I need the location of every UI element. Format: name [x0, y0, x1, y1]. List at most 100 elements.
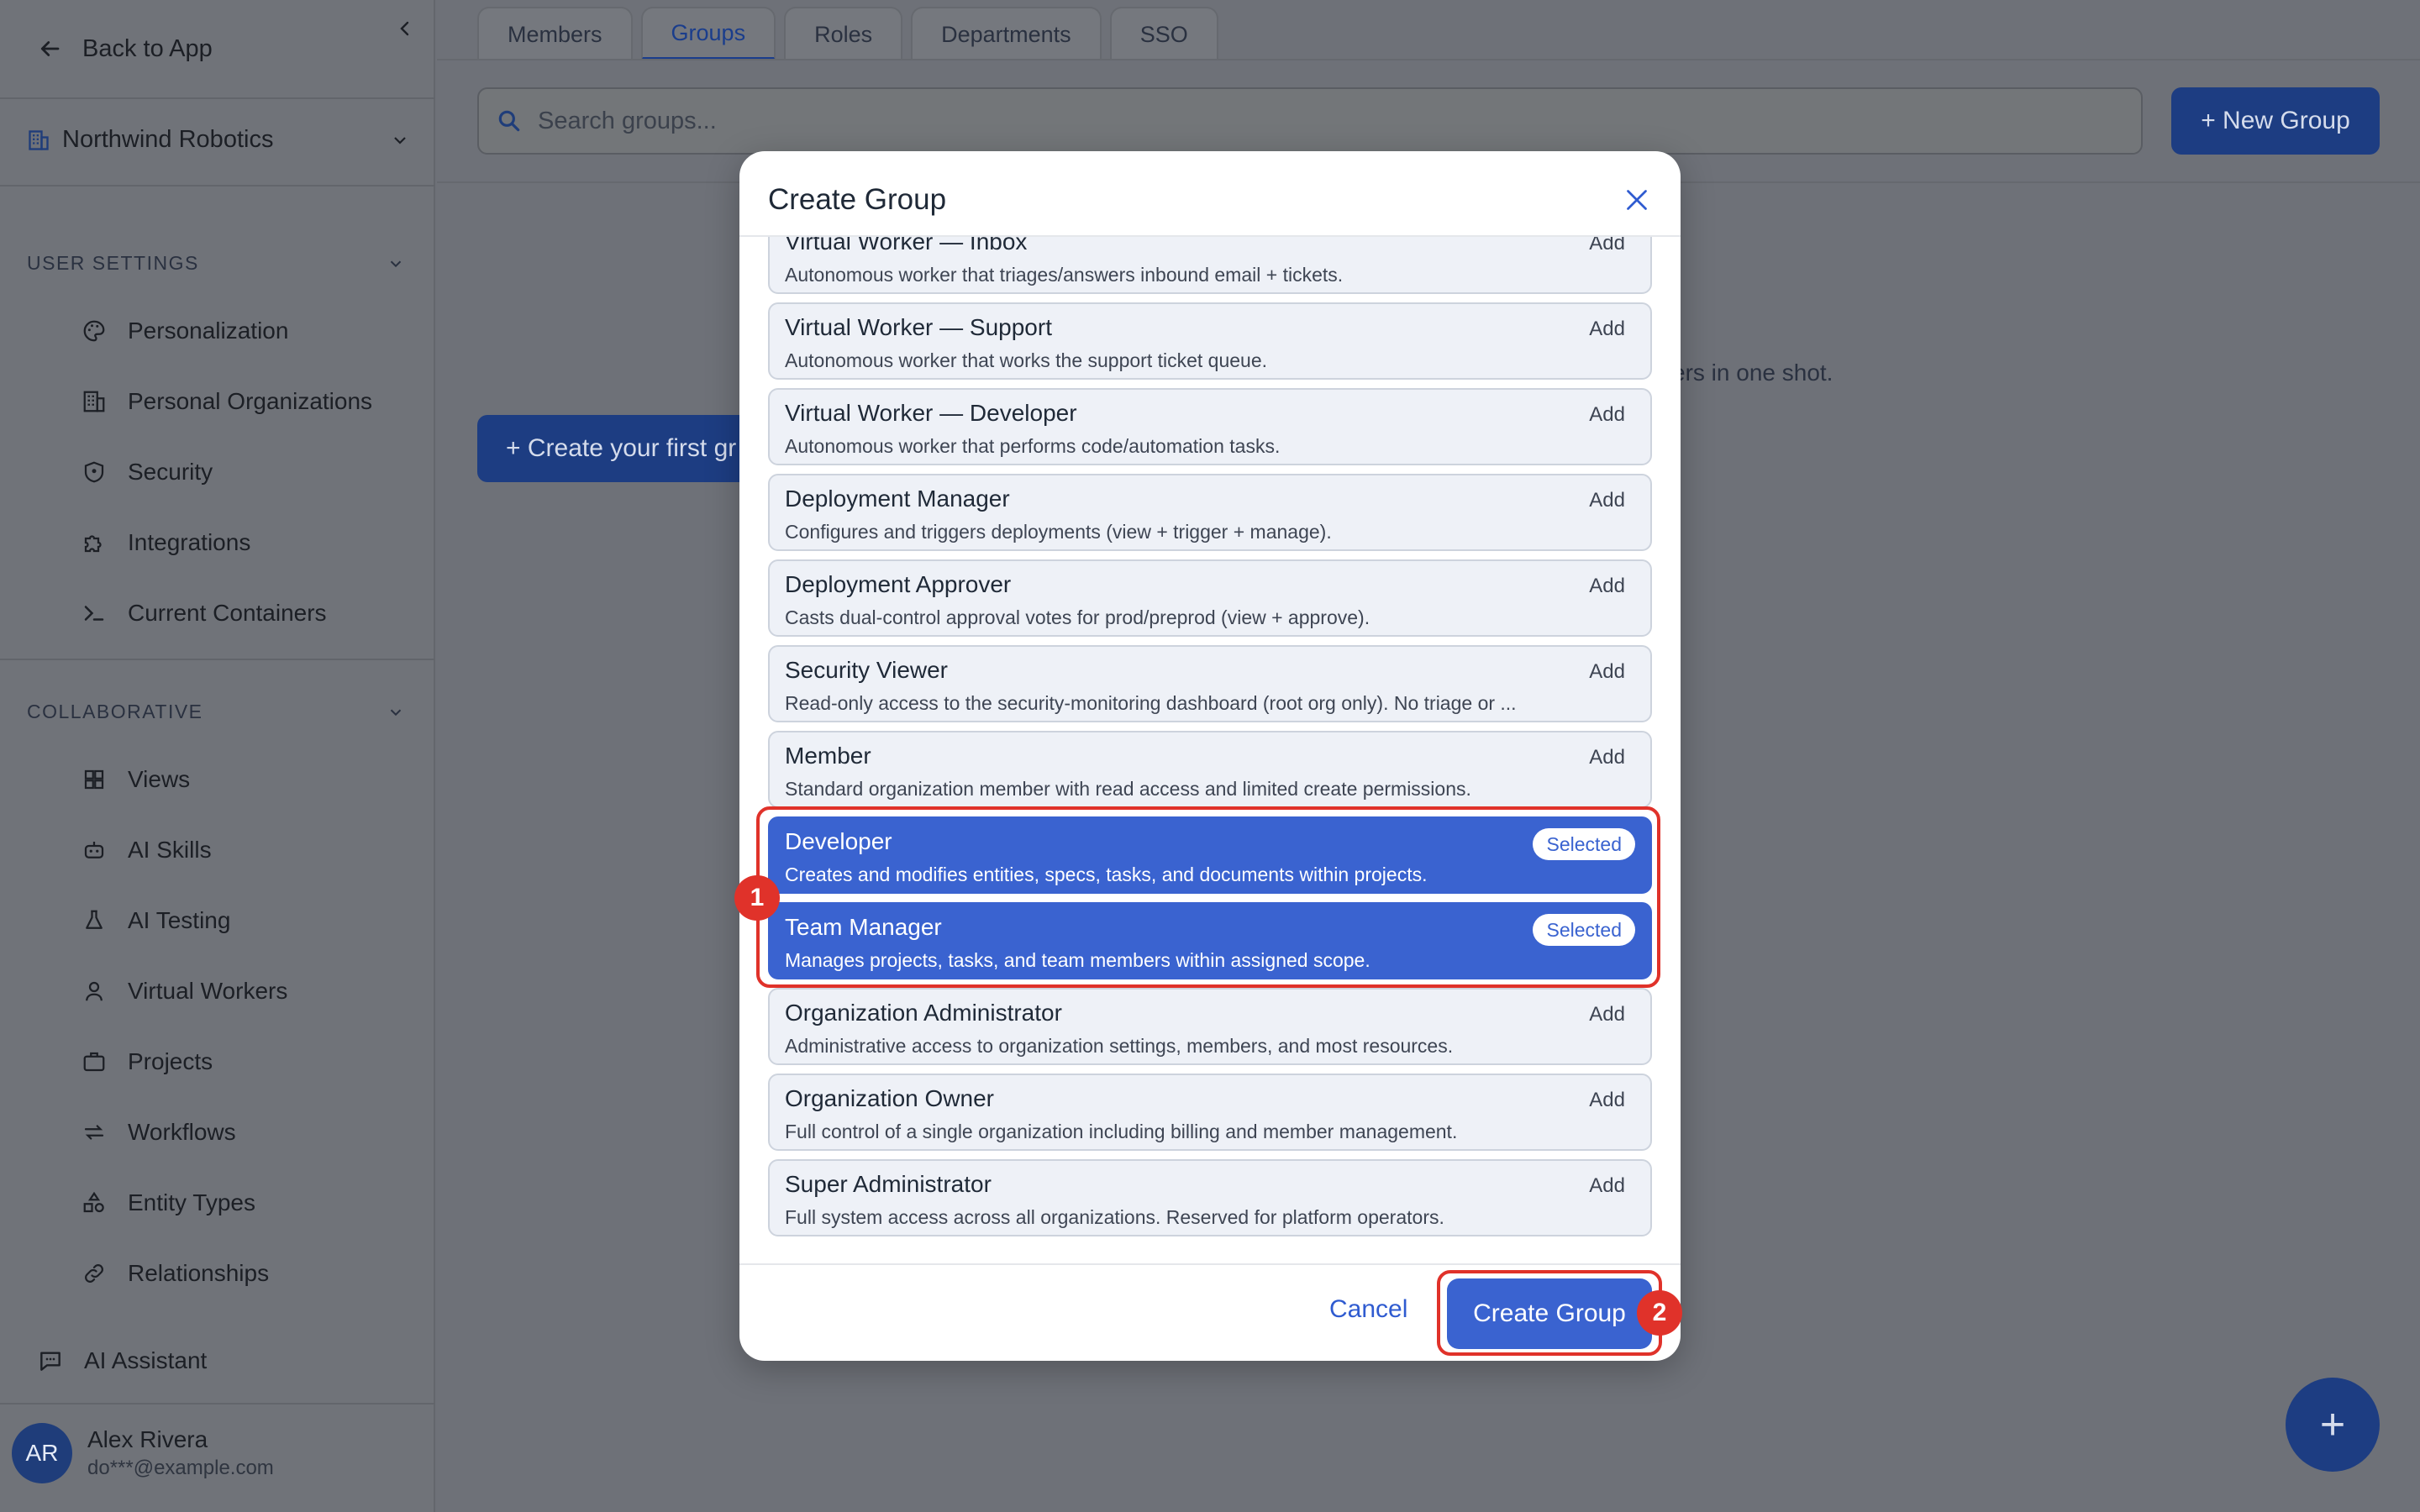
role-description: Casts dual-control approval votes for pr…	[785, 606, 1370, 628]
add-role-button[interactable]: Add	[1589, 1003, 1625, 1026]
divider	[0, 185, 435, 186]
user-email: do***@example.com	[87, 1457, 274, 1479]
sidebar-item-label: Integrations	[128, 529, 251, 555]
role-list[interactable]: Virtual Worker — Inbox Autonomous worker…	[768, 237, 1652, 1361]
role-description: Autonomous worker that works the support…	[785, 349, 1268, 371]
briefcase-icon	[81, 1048, 108, 1075]
building-icon	[81, 388, 108, 415]
role-name: Virtual Worker — Inbox	[785, 237, 1028, 255]
add-role-button[interactable]: Add	[1589, 746, 1625, 769]
sidebar-item-label: Current Containers	[128, 600, 327, 626]
tab-members[interactable]: Members	[477, 7, 633, 60]
sidebar-item-integrations[interactable]: Integrations	[81, 526, 250, 559]
add-role-button[interactable]: Add	[1589, 660, 1625, 684]
role-description: Read-only access to the security-monitor…	[785, 692, 1517, 714]
role-option[interactable]: Virtual Worker — Support Autonomous work…	[768, 302, 1652, 380]
cancel-button[interactable]: Cancel	[1329, 1295, 1407, 1324]
role-description: Administrative access to organization se…	[785, 1035, 1454, 1057]
role-option[interactable]: Virtual Worker — Developer Autonomous wo…	[768, 388, 1652, 465]
flask-icon	[81, 907, 108, 934]
close-button[interactable]	[1622, 185, 1652, 215]
tab-groups[interactable]: Groups	[640, 7, 776, 60]
close-icon	[1627, 190, 1647, 210]
sidebar-item-ai-skills[interactable]: AI Skills	[81, 833, 212, 867]
annotation-marker: 1	[734, 875, 780, 921]
divider	[0, 97, 435, 99]
new-group-button[interactable]: + New Group	[2171, 87, 2380, 155]
add-role-button[interactable]: Add	[1589, 237, 1625, 255]
role-option[interactable]: Deployment Manager Configures and trigge…	[768, 474, 1652, 551]
role-description: Autonomous worker that performs code/aut…	[785, 435, 1281, 457]
avatar: AR	[12, 1423, 72, 1483]
sidebar-item-virtual-workers[interactable]: Virtual Workers	[81, 974, 287, 1008]
search-input[interactable]: Search groups...	[477, 87, 2143, 155]
sidebar-item-current-containers[interactable]: Current Containers	[81, 596, 327, 630]
role-description: Configures and triggers deployments (vie…	[785, 521, 1332, 543]
tab-bar: Members Groups Roles Departments SSO	[477, 7, 1218, 60]
role-option[interactable]: Organization Owner Full control of a sin…	[768, 1074, 1652, 1151]
sidebar-item-label: Entity Types	[128, 1189, 256, 1215]
sidebar-item-projects[interactable]: Projects	[81, 1045, 213, 1079]
sidebar: Back to App Northwind Robotics USER SETT…	[0, 0, 435, 1512]
add-role-button[interactable]: Add	[1589, 1174, 1625, 1198]
sidebar-item-entity-types[interactable]: Entity Types	[81, 1186, 255, 1220]
role-option[interactable]: Security Viewer Read-only access to the …	[768, 645, 1652, 722]
sidebar-item-label: Projects	[128, 1048, 213, 1074]
role-option[interactable]: Deployment Approver Casts dual-control a…	[768, 559, 1652, 637]
tab-roles[interactable]: Roles	[784, 7, 903, 60]
annotation-highlight-create-button	[1437, 1270, 1662, 1356]
chevron-down-icon	[390, 260, 402, 267]
user-profile[interactable]: AR Alex Rivera do***@example.com	[12, 1423, 274, 1483]
add-role-button[interactable]: Add	[1589, 318, 1625, 341]
chat-icon	[40, 1352, 60, 1371]
robot-icon	[81, 837, 108, 864]
link-icon	[81, 1260, 108, 1287]
sidebar-item-relationships[interactable]: Relationships	[81, 1257, 269, 1290]
collapse-sidebar-button[interactable]	[395, 17, 415, 47]
chevron-down-icon	[394, 136, 406, 144]
role-name: Member	[785, 743, 871, 769]
sidebar-item-personal-organizations[interactable]: Personal Organizations	[81, 385, 372, 418]
role-description: Autonomous worker that triages/answers i…	[785, 264, 1344, 286]
role-option[interactable]: Member Standard organization member with…	[768, 731, 1652, 808]
create-first-group-button[interactable]: + Create your first gr	[477, 415, 763, 482]
add-role-button[interactable]: Add	[1589, 489, 1625, 512]
role-option[interactable]: Virtual Worker — Inbox Autonomous worker…	[768, 237, 1652, 294]
role-option[interactable]: Organization Administrator Administrativ…	[768, 988, 1652, 1065]
search-placeholder: Search groups...	[538, 107, 717, 134]
collaborative-section-toggle[interactable]: COLLABORATIVE	[27, 701, 405, 723]
sidebar-item-ai-assistant[interactable]: AI Assistant	[37, 1347, 207, 1374]
sidebar-item-ai-testing[interactable]: AI Testing	[81, 904, 230, 937]
chevron-left-icon	[400, 21, 409, 36]
add-role-button[interactable]: Add	[1589, 1089, 1625, 1112]
role-option[interactable]: Super Administrator Full system access a…	[768, 1159, 1652, 1236]
arrow-left-icon	[40, 41, 60, 56]
role-name: Organization Owner	[785, 1085, 995, 1111]
add-role-button[interactable]: Add	[1589, 575, 1625, 598]
create-group-dialog: Create Group Virtual Worker — Inbox Auto…	[739, 151, 1681, 1361]
back-to-app-link[interactable]: Back to App	[37, 32, 213, 66]
sidebar-item-label: Personal Organizations	[128, 388, 373, 414]
sidebar-item-label: Virtual Workers	[128, 978, 288, 1004]
role-name: Virtual Worker — Developer	[785, 400, 1077, 426]
sidebar-item-personalization[interactable]: Personalization	[81, 314, 288, 348]
sidebar-item-views[interactable]: Views	[81, 763, 190, 796]
back-to-app-label: Back to App	[82, 34, 213, 62]
tab-sso[interactable]: SSO	[1109, 7, 1218, 60]
sidebar-item-workflows[interactable]: Workflows	[81, 1116, 236, 1149]
role-description: Full control of a single organization in…	[785, 1121, 1458, 1142]
tab-departments[interactable]: Departments	[911, 7, 1102, 60]
role-name: Security Viewer	[785, 657, 949, 683]
shapes-icon	[81, 1189, 108, 1216]
add-role-button[interactable]: Add	[1589, 403, 1625, 427]
divider	[739, 1263, 1681, 1265]
sidebar-item-label: AI Skills	[128, 837, 212, 863]
user-settings-section-toggle[interactable]: USER SETTINGS	[27, 252, 405, 275]
annotation-marker: 2	[1637, 1290, 1682, 1336]
floating-add-button[interactable]: +	[2286, 1378, 2380, 1472]
org-switcher[interactable]: Northwind Robotics	[27, 126, 410, 154]
dialog-title: Create Group	[768, 183, 947, 216]
sidebar-item-security[interactable]: Security	[81, 455, 213, 489]
sidebar-item-label: Relationships	[128, 1260, 270, 1286]
divider	[437, 59, 2420, 60]
